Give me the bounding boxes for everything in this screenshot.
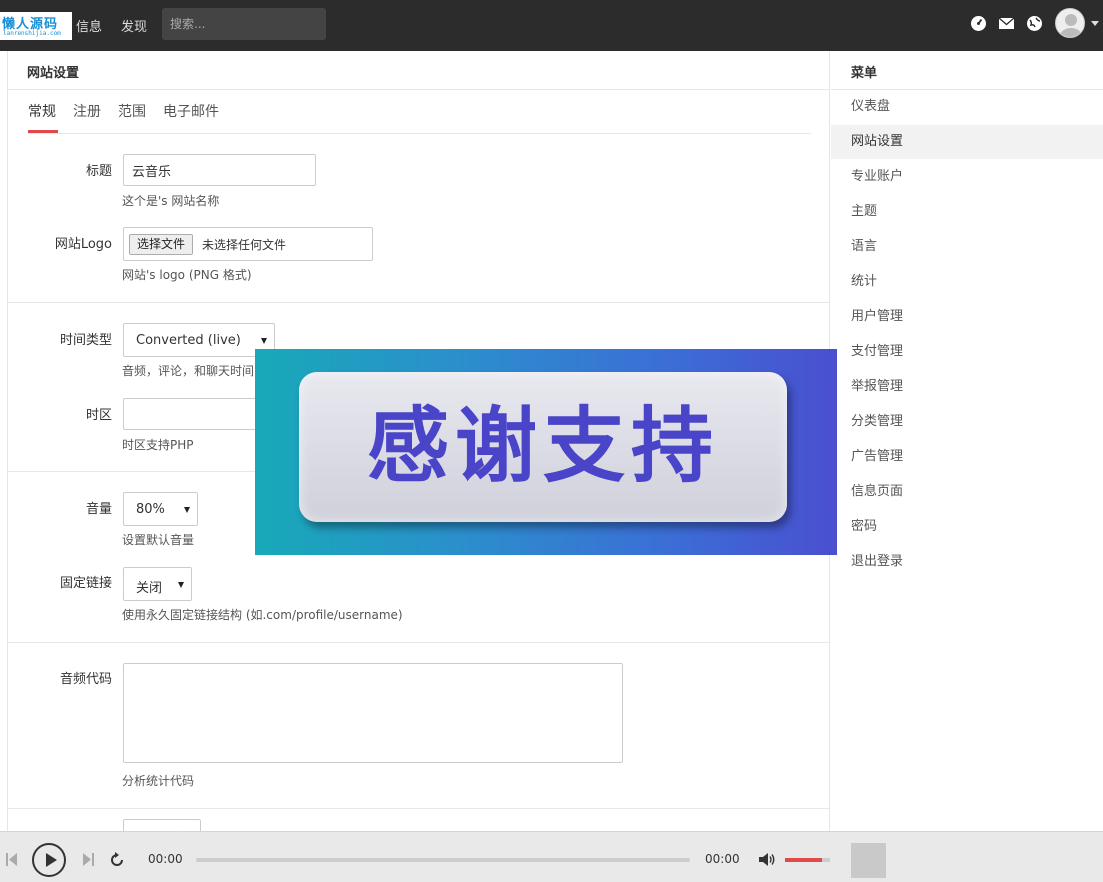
permalink-help: 使用永久固定链接结构 (如.com/profile/username) [122, 608, 403, 622]
sidebar-item-categories[interactable]: 分类管理 [831, 405, 1103, 439]
sidebar-item-password[interactable]: 密码 [831, 510, 1103, 544]
sidebar-item-stats[interactable]: 统计 [831, 265, 1103, 299]
sidebar-item-info-pages[interactable]: 信息页面 [831, 475, 1103, 509]
logo-url: lanrenshijia.com [3, 30, 61, 37]
sidebar-item-users[interactable]: 用户管理 [831, 300, 1103, 334]
save-button[interactable]: 保存更改 [123, 819, 201, 831]
sidebar-item-site-settings[interactable]: 网站设置 [831, 125, 1103, 159]
duration-time: 00:00 [705, 852, 740, 866]
site-title-input[interactable] [123, 154, 316, 186]
seek-bar[interactable] [196, 858, 690, 862]
chevron-down-icon [178, 582, 184, 588]
next-track-icon[interactable] [82, 853, 94, 866]
permalink-label: 固定链接 [59, 576, 112, 591]
nav-link-discover[interactable]: 发现 [121, 16, 147, 35]
volume-select[interactable]: 80% [123, 492, 198, 526]
volume-help: 设置默认音量 [122, 533, 195, 547]
timezone-label: 时区 [85, 408, 112, 423]
sidebar-item-ads[interactable]: 广告管理 [831, 440, 1103, 474]
sidebar-item-pro-accounts[interactable]: 专业账户 [831, 160, 1103, 194]
sidebar-item-logout[interactable]: 退出登录 [831, 545, 1103, 579]
logo-label: 网站Logo [54, 237, 112, 252]
tab-registration[interactable]: 注册 [73, 101, 101, 121]
audio-code-textarea[interactable] [123, 663, 623, 763]
album-cover[interactable] [851, 843, 886, 878]
choose-file-button[interactable]: 选择文件 [129, 234, 194, 255]
permalink-value: 关闭 [136, 581, 163, 596]
mail-icon[interactable] [998, 15, 1015, 32]
banner-plate: 感谢支持 [299, 372, 787, 522]
sidebar-item-reports[interactable]: 举报管理 [831, 370, 1103, 404]
chevron-down-icon[interactable] [1091, 21, 1099, 26]
divider [28, 133, 811, 134]
sidebar-item-languages[interactable]: 语言 [831, 230, 1103, 264]
sidebar-item-dashboard[interactable]: 仪表盘 [831, 90, 1103, 124]
current-time: 00:00 [148, 852, 183, 866]
volume-label: 音量 [85, 502, 112, 517]
banner-text: 感谢支持 [366, 399, 719, 494]
tab-scope[interactable]: 范围 [118, 101, 146, 121]
time-type-select[interactable]: Converted (live) [123, 323, 275, 357]
sidebar-menu: 菜单 仪表盘 网站设置 专业账户 主题 语言 统计 用户管理 支付管理 举报管理… [831, 51, 1103, 831]
time-type-help: 音频，评论，和聊天时间 [122, 364, 255, 378]
audio-player: 00:00 00:00 [0, 831, 1103, 882]
volume-icon[interactable] [759, 852, 776, 867]
search-input[interactable] [162, 8, 326, 40]
thanks-banner-image: 感谢支持 [255, 349, 837, 555]
user-avatar[interactable] [1055, 8, 1085, 38]
repeat-icon[interactable] [109, 852, 125, 868]
logo-file-field[interactable]: 选择文件 未选择任何文件 [123, 227, 373, 261]
site-logo[interactable]: 懒人源码 lanrenshijia.com [0, 12, 72, 40]
page-title: 网站设置 [27, 66, 80, 81]
top-navbar: 懒人源码 lanrenshijia.com 信息 发现 [0, 0, 1103, 51]
volume-slider-fill [785, 858, 822, 862]
title-help: 这个是's 网站名称 [122, 194, 220, 208]
globe-icon[interactable] [1026, 15, 1043, 32]
volume-value: 80% [136, 502, 165, 517]
title-label: 标题 [85, 164, 112, 179]
chevron-down-icon [184, 507, 190, 513]
volume-slider[interactable] [785, 858, 830, 862]
permalink-select[interactable]: 关闭 [123, 567, 192, 601]
logo-help: 网站's logo (PNG 格式) [122, 268, 252, 282]
audio-code-label: 音频代码 [59, 672, 112, 687]
tab-general[interactable]: 常规 [28, 101, 56, 121]
dashboard-icon[interactable] [970, 15, 987, 32]
play-button[interactable] [32, 843, 66, 877]
file-status: 未选择任何文件 [202, 238, 287, 252]
chevron-down-icon [261, 338, 267, 344]
divider [8, 89, 829, 90]
sidebar-item-themes[interactable]: 主题 [831, 195, 1103, 229]
tab-email[interactable]: 电子邮件 [163, 101, 219, 121]
timezone-help: 时区支持PHP [122, 438, 194, 452]
sidebar-item-payments[interactable]: 支付管理 [831, 335, 1103, 369]
sidebar-title: 菜单 [851, 66, 878, 81]
section-divider [8, 808, 829, 809]
section-divider [8, 302, 829, 303]
previous-track-icon[interactable] [6, 853, 18, 866]
nav-link-messages[interactable]: 信息 [76, 16, 102, 35]
section-divider [8, 642, 829, 643]
time-type-label: 时间类型 [59, 333, 112, 348]
time-type-value: Converted (live) [136, 333, 241, 348]
audio-code-help: 分析统计代码 [122, 774, 195, 788]
